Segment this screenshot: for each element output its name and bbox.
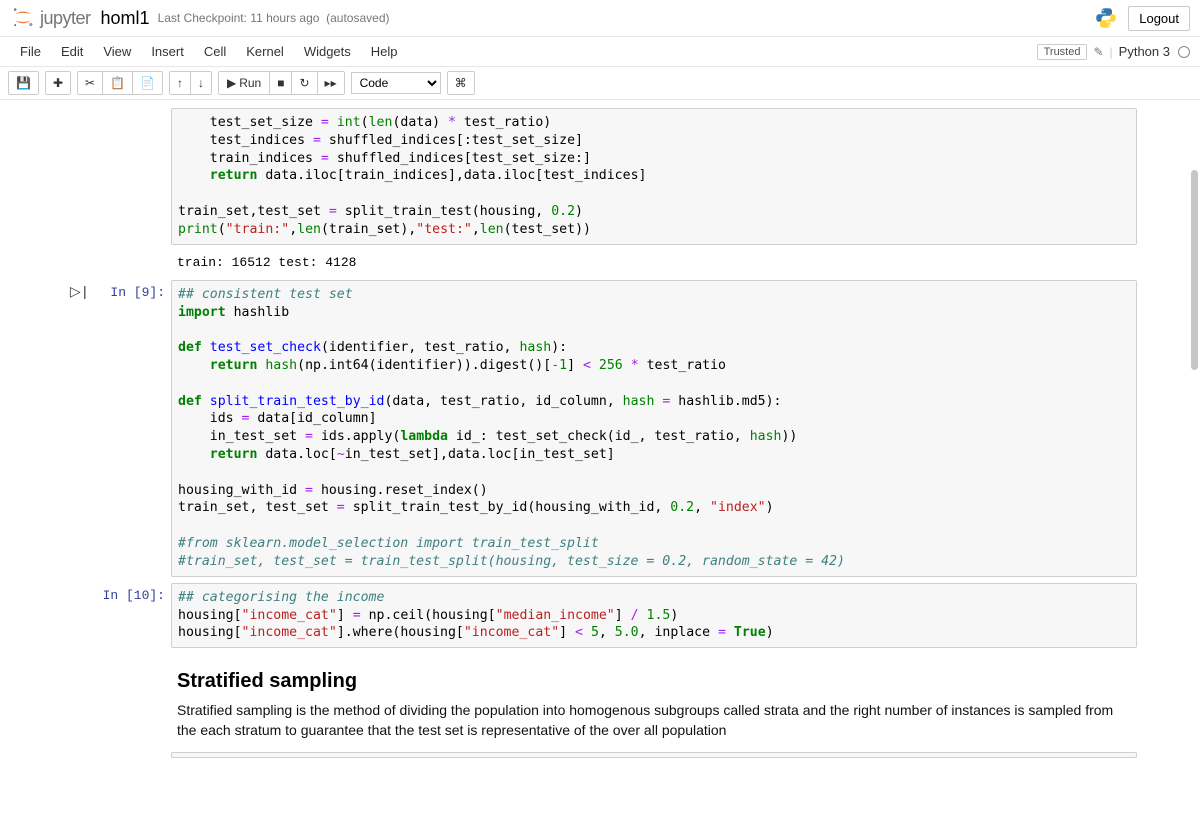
code-cell[interactable] bbox=[55, 750, 1145, 760]
menu-widgets[interactable]: Widgets bbox=[294, 40, 361, 63]
cell-output: train: 16512 test: 4128 bbox=[171, 251, 1137, 274]
markdown-cell[interactable]: Stratified sampling Stratified sampling … bbox=[55, 652, 1145, 748]
cell-prompt: In [10]: bbox=[89, 583, 171, 648]
run-button[interactable]: ▶ Run bbox=[219, 72, 270, 94]
jupyter-logo[interactable]: jupyter bbox=[10, 5, 91, 31]
logout-button[interactable]: Logout bbox=[1128, 6, 1190, 31]
restart-button[interactable]: ↻ bbox=[292, 72, 317, 94]
python-icon bbox=[1094, 6, 1118, 30]
step-icon[interactable]: ▷| bbox=[70, 284, 89, 301]
menu-help[interactable]: Help bbox=[361, 40, 408, 63]
trusted-indicator[interactable]: Trusted bbox=[1037, 44, 1088, 60]
cell-prompt: In [9]: bbox=[89, 280, 171, 577]
copy-button[interactable]: 📋 bbox=[103, 72, 133, 94]
menu-file[interactable]: File bbox=[10, 40, 51, 63]
markdown-heading: Stratified sampling bbox=[177, 670, 1131, 693]
cell-prompt bbox=[89, 108, 171, 245]
menu-cell[interactable]: Cell bbox=[194, 40, 236, 63]
move-down-button[interactable]: ↓ bbox=[191, 72, 211, 94]
notebook-area: test_set_size = int(len(data) * test_rat… bbox=[0, 100, 1200, 822]
logo-text: jupyter bbox=[40, 8, 91, 29]
toolbar: 💾 ✚ ✂ 📋 📄 ↑ ↓ ▶ Run ■ ↻ ▸▸ Code ⌘ bbox=[0, 67, 1200, 100]
jupyter-icon bbox=[10, 5, 36, 31]
output-cell: train: 16512 test: 4128 bbox=[55, 249, 1145, 276]
kernel-name[interactable]: Python 3 bbox=[1119, 44, 1172, 59]
scrollbar-thumb[interactable] bbox=[1191, 170, 1198, 370]
code-cell[interactable]: ▷| In [9]: ## consistent test set import… bbox=[55, 278, 1145, 579]
code-input[interactable]: ## categorising the income housing["inco… bbox=[171, 583, 1137, 648]
code-cell[interactable]: In [10]: ## categorising the income hous… bbox=[55, 581, 1145, 650]
kernel-status-icon bbox=[1178, 46, 1190, 58]
notebook-name[interactable]: homl1 bbox=[101, 8, 150, 29]
header: jupyter homl1 Last Checkpoint: 11 hours … bbox=[0, 0, 1200, 37]
menubar: File Edit View Insert Cell Kernel Widget… bbox=[0, 37, 1200, 67]
menu-view[interactable]: View bbox=[93, 40, 141, 63]
command-palette-button[interactable]: ⌘ bbox=[448, 72, 474, 94]
cut-button[interactable]: ✂ bbox=[78, 72, 103, 94]
interrupt-button[interactable]: ■ bbox=[270, 72, 292, 94]
save-button[interactable]: 💾 bbox=[9, 72, 38, 94]
code-cell[interactable]: test_set_size = int(len(data) * test_rat… bbox=[55, 106, 1145, 247]
restart-run-all-button[interactable]: ▸▸ bbox=[318, 72, 344, 94]
menu-kernel[interactable]: Kernel bbox=[236, 40, 294, 63]
menu-edit[interactable]: Edit bbox=[51, 40, 93, 63]
menu-insert[interactable]: Insert bbox=[141, 40, 194, 63]
checkpoint-text: Last Checkpoint: 11 hours ago (autosaved… bbox=[158, 11, 390, 25]
code-input[interactable]: test_set_size = int(len(data) * test_rat… bbox=[171, 108, 1137, 245]
code-input[interactable]: ## consistent test set import hashlib de… bbox=[171, 280, 1137, 577]
edit-icon[interactable]: ✎ bbox=[1093, 45, 1103, 59]
insert-cell-button[interactable]: ✚ bbox=[46, 72, 70, 94]
cell-type-select[interactable]: Code bbox=[351, 72, 441, 94]
markdown-body: Stratified sampling is the method of div… bbox=[177, 701, 1131, 740]
move-up-button[interactable]: ↑ bbox=[170, 72, 191, 94]
paste-button[interactable]: 📄 bbox=[133, 72, 162, 94]
